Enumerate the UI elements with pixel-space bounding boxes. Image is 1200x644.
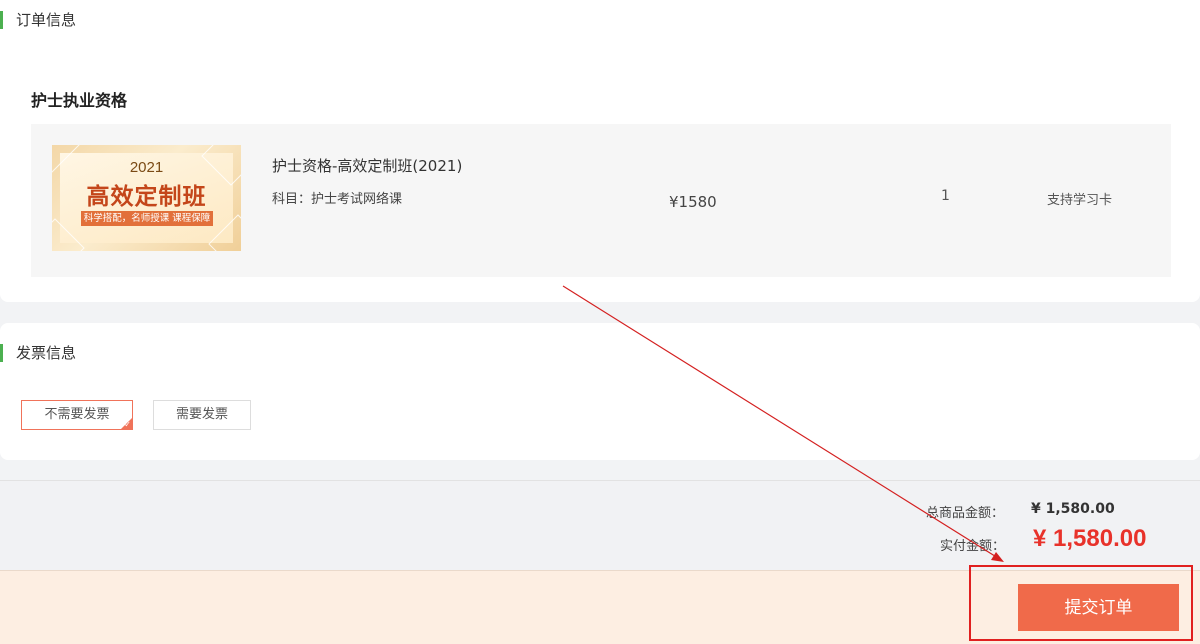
total-amount-label: 总商品金额： bbox=[926, 506, 1005, 521]
invoice-section-title: 发票信息 bbox=[0, 344, 76, 362]
no-invoice-option[interactable]: 不需要发票 ✓ bbox=[21, 400, 133, 430]
paid-amount-value: ¥ 1,580.00 bbox=[1033, 525, 1147, 552]
product-quantity: 1 bbox=[941, 188, 950, 204]
paid-amount-label: 实付金额： bbox=[940, 539, 1006, 554]
no-invoice-label: 不需要发票 bbox=[44, 407, 110, 422]
price-summary: 总商品金额： ¥ 1,580.00 实付金额： ¥ 1,580.00 bbox=[0, 480, 1200, 570]
product-subject: 科目：护士考试网络课 bbox=[272, 192, 403, 207]
product-thumbnail[interactable]: 2021 高效定制班 科学搭配，名师授课 课程保障 bbox=[52, 145, 241, 251]
product-price: ¥1580 bbox=[669, 193, 717, 211]
need-invoice-option[interactable]: 需要发票 bbox=[153, 400, 251, 430]
product-name[interactable]: 护士资格-高效定制班(2021) bbox=[272, 155, 462, 176]
checkmark-icon: ✓ bbox=[124, 420, 131, 429]
invoice-info-card: 发票信息 不需要发票 ✓ 需要发票 bbox=[0, 323, 1200, 460]
total-amount-value: ¥ 1,580.00 bbox=[1031, 501, 1115, 517]
thumbnail-year: 2021 bbox=[129, 159, 164, 176]
thumbnail-course-name: 高效定制班 bbox=[86, 184, 207, 210]
annotation-highlight-box bbox=[969, 565, 1193, 641]
order-section-title: 订单信息 bbox=[0, 11, 76, 29]
thumbnail-tagline: 科学搭配，名师授课 课程保障 bbox=[81, 211, 213, 226]
study-card-support: 支持学习卡 bbox=[1047, 193, 1113, 208]
need-invoice-label: 需要发票 bbox=[175, 407, 228, 422]
product-row: 2021 高效定制班 科学搭配，名师授课 课程保障 护士资格-高效定制班(202… bbox=[31, 124, 1171, 277]
order-info-card: 订单信息 护士执业资格 2021 高效定制班 科学搭配，名师授课 课程保障 护士… bbox=[0, 0, 1200, 302]
category-title: 护士执业资格 bbox=[31, 91, 128, 110]
